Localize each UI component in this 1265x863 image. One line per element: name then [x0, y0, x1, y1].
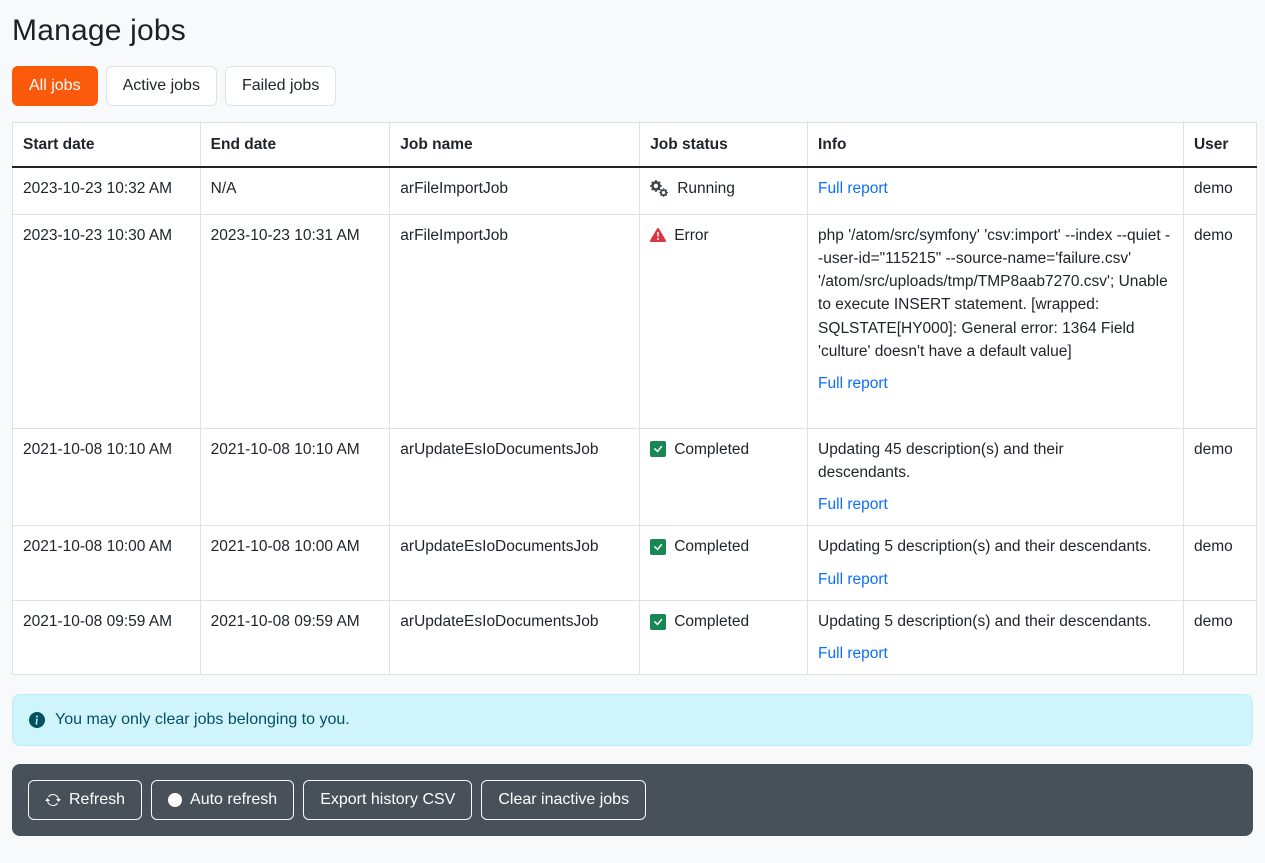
- start-date-cell: 2021-10-08 09:59 AM: [13, 600, 201, 675]
- status-label: Completed: [674, 438, 749, 461]
- check-square-icon: [650, 614, 666, 630]
- table-row: 2021-10-08 09:59 AM 2021-10-08 09:59 AM …: [13, 600, 1257, 675]
- job-filters: All jobs Active jobs Failed jobs: [12, 66, 1253, 106]
- info-cell: Updating 5 description(s) and their desc…: [808, 600, 1184, 675]
- user-cell: demo: [1183, 214, 1256, 428]
- table-row: 2023-10-23 10:30 AM 2023-10-23 10:31 AM …: [13, 214, 1257, 428]
- check-square-icon: [650, 539, 666, 555]
- info-circle-icon: [29, 712, 45, 728]
- export-csv-button-label: Export history CSV: [320, 789, 455, 811]
- clear-inactive-button-label: Clear inactive jobs: [498, 789, 629, 811]
- job-name-cell: arUpdateEsIoDocumentsJob: [390, 428, 640, 526]
- clear-inactive-jobs-button[interactable]: Clear inactive jobs: [481, 780, 646, 820]
- auto-refresh-button[interactable]: Auto refresh: [151, 780, 294, 820]
- exclamation-triangle-icon: [650, 227, 666, 243]
- export-history-csv-button[interactable]: Export history CSV: [303, 780, 472, 820]
- filter-all-jobs-button[interactable]: All jobs: [12, 66, 98, 106]
- job-status-cell: Completed: [640, 526, 808, 601]
- full-report-link[interactable]: Full report: [818, 375, 888, 392]
- status-label: Error: [674, 224, 708, 247]
- end-date-cell: 2021-10-08 09:59 AM: [200, 600, 390, 675]
- user-cell: demo: [1183, 600, 1256, 675]
- job-name-cell: arUpdateEsIoDocumentsJob: [390, 526, 640, 601]
- page-title: Manage jobs: [12, 0, 1253, 48]
- column-header-start-date: Start date: [13, 123, 201, 168]
- info-cell: php '/atom/src/symfony' 'csv:import' --i…: [808, 214, 1184, 428]
- table-row: 2021-10-08 10:00 AM 2021-10-08 10:00 AM …: [13, 526, 1257, 601]
- column-header-job-status: Job status: [640, 123, 808, 168]
- alert-text: You may only clear jobs belonging to you…: [55, 711, 350, 729]
- jobs-action-bar: Refresh Auto refresh Export history CSV …: [12, 764, 1253, 836]
- status-label: Completed: [674, 610, 749, 633]
- column-header-end-date: End date: [200, 123, 390, 168]
- end-date-cell: N/A: [200, 167, 390, 214]
- end-date-cell: 2021-10-08 10:00 AM: [200, 526, 390, 601]
- status-label: Completed: [674, 535, 749, 558]
- job-status-cell: Completed: [640, 600, 808, 675]
- start-date-cell: 2021-10-08 10:00 AM: [13, 526, 201, 601]
- job-name-cell: arFileImportJob: [390, 167, 640, 214]
- info-cell: Updating 5 description(s) and their desc…: [808, 526, 1184, 601]
- end-date-cell: 2023-10-23 10:31 AM: [200, 214, 390, 428]
- full-report-link[interactable]: Full report: [818, 645, 888, 662]
- user-cell: demo: [1183, 167, 1256, 214]
- job-status-cell: Completed: [640, 428, 808, 526]
- info-cell: Updating 45 description(s) and their des…: [808, 428, 1184, 526]
- job-name-cell: arFileImportJob: [390, 214, 640, 428]
- info-cell: Full report: [808, 167, 1184, 214]
- filter-failed-jobs-button[interactable]: Failed jobs: [225, 66, 336, 106]
- table-header-row: Start date End date Job name Job status …: [13, 123, 1257, 168]
- table-row: 2021-10-08 10:10 AM 2021-10-08 10:10 AM …: [13, 428, 1257, 526]
- manage-jobs-page: Manage jobs All jobs Active jobs Failed …: [0, 0, 1265, 836]
- refresh-button[interactable]: Refresh: [28, 780, 142, 820]
- job-name-cell: arUpdateEsIoDocumentsJob: [390, 600, 640, 675]
- full-report-link[interactable]: Full report: [818, 571, 888, 588]
- auto-refresh-button-label: Auto refresh: [190, 789, 277, 811]
- column-header-user: User: [1183, 123, 1256, 168]
- refresh-icon: [45, 792, 61, 808]
- start-date-cell: 2021-10-08 10:10 AM: [13, 428, 201, 526]
- end-date-cell: 2021-10-08 10:10 AM: [200, 428, 390, 526]
- user-cell: demo: [1183, 428, 1256, 526]
- start-date-cell: 2023-10-23 10:32 AM: [13, 167, 201, 214]
- job-info-text: Updating 5 description(s) and their desc…: [818, 610, 1173, 633]
- table-row: 2023-10-23 10:32 AM N/A arFileImportJob …: [13, 167, 1257, 214]
- job-status-cell: Running: [640, 167, 808, 214]
- user-cell: demo: [1183, 526, 1256, 601]
- full-report-link[interactable]: Full report: [818, 180, 888, 197]
- info-alert: You may only clear jobs belonging to you…: [12, 694, 1253, 746]
- job-info-text: Updating 5 description(s) and their desc…: [818, 535, 1173, 558]
- gears-icon: [650, 180, 669, 197]
- refresh-button-label: Refresh: [69, 789, 125, 811]
- job-info-text: php '/atom/src/symfony' 'csv:import' --i…: [818, 224, 1173, 364]
- filter-active-jobs-button[interactable]: Active jobs: [106, 66, 217, 106]
- start-date-cell: 2023-10-23 10:30 AM: [13, 214, 201, 428]
- job-info-text: Updating 45 description(s) and their des…: [818, 438, 1118, 485]
- job-status-cell: Error: [640, 214, 808, 428]
- check-square-icon: [650, 441, 666, 457]
- full-report-link[interactable]: Full report: [818, 496, 888, 513]
- column-header-job-name: Job name: [390, 123, 640, 168]
- status-label: Running: [677, 177, 735, 200]
- column-header-info: Info: [808, 123, 1184, 168]
- auto-refresh-indicator-icon: [168, 793, 182, 807]
- jobs-table: Start date End date Job name Job status …: [12, 122, 1257, 675]
